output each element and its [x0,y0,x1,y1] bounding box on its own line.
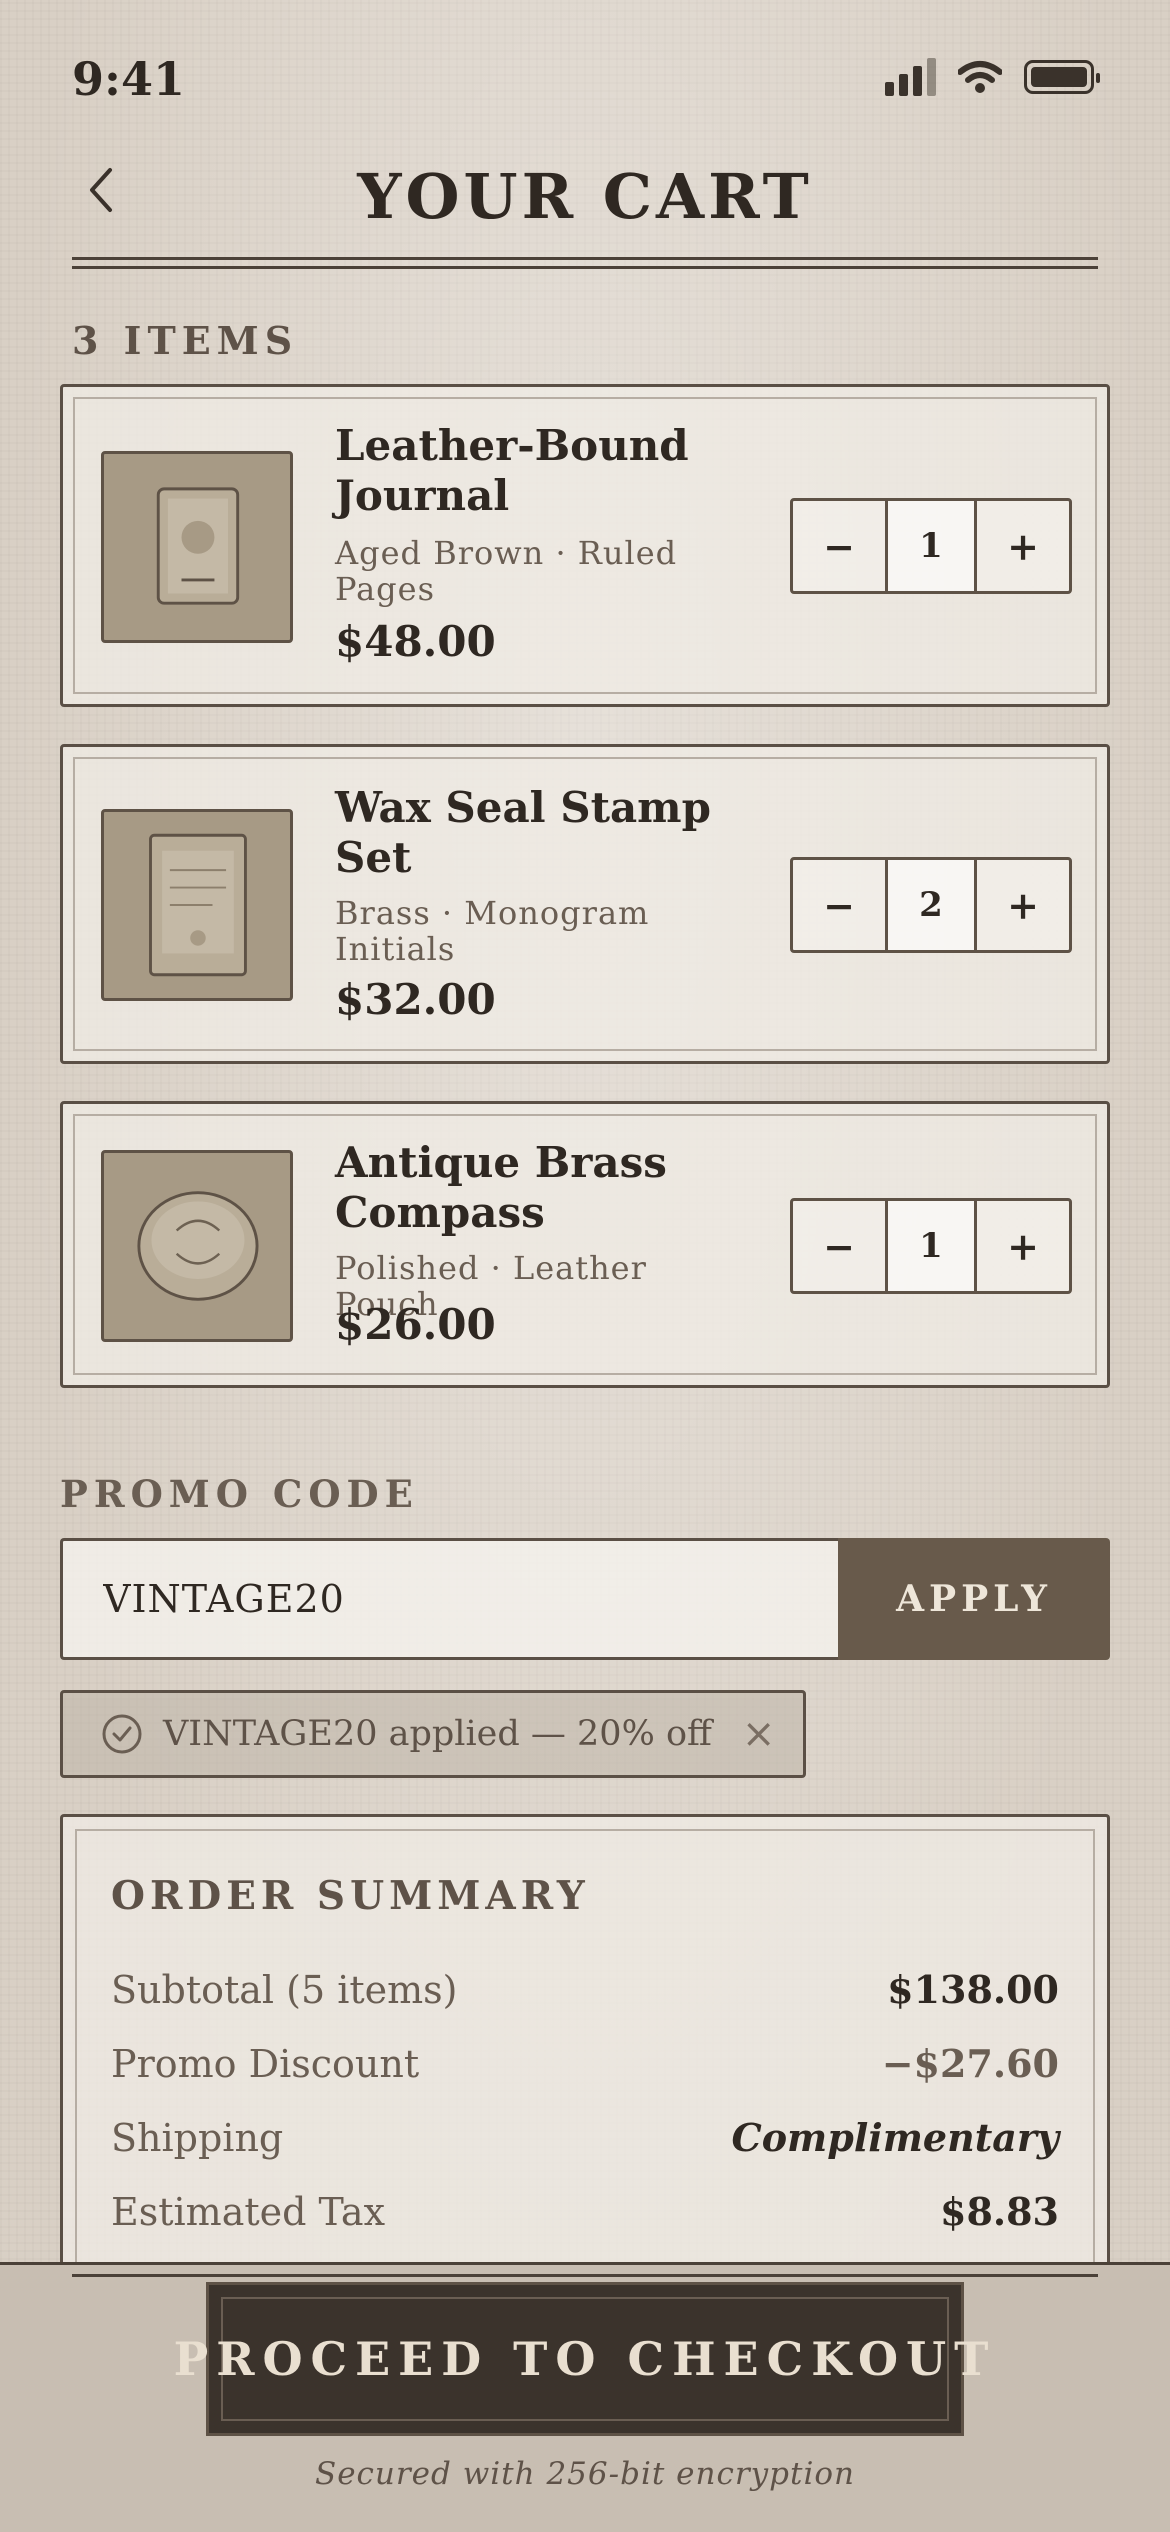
proceed-to-checkout-button[interactable]: PROCEED TO CHECKOUT [174,2282,988,2436]
quantity-value: 2 [885,860,977,950]
page-title: YOUR CART [357,160,813,233]
summary-value: $8.83 [940,2189,1059,2234]
quantity-stepper: − 2 + [790,857,1072,953]
items-count: 3 ITEMS [72,318,299,363]
summary-row-subtotal: Subtotal (5 items) $138.00 [111,1967,1059,2012]
security-note: Secured with 256-bit encryption [314,2456,856,2492]
summary-value: Complimentary [731,2115,1059,2160]
battery-icon [1024,60,1100,94]
checkout-button-label: PROCEED TO CHECKOUT [173,2332,997,2386]
checkout-divider [72,2274,1098,2277]
decrement-button[interactable]: − [793,501,885,591]
cart-item: Leather-Bound Journal Aged Brown · Ruled… [60,384,1110,707]
item-price: $26.00 [335,1300,496,1349]
summary-row-tax: Estimated Tax $8.83 [111,2189,1059,2234]
quantity-value: 1 [885,1201,977,1291]
summary-label: Subtotal (5 items) [111,1968,458,2012]
item-variant: Brass · Monogram Initials [335,894,650,968]
remove-promo-icon[interactable]: × [742,1711,776,1757]
status-icons [885,58,1100,96]
promo-applied-text: VINTAGE20 applied — 20% off [163,1714,712,1754]
summary-row-discount: Promo Discount −$27.60 [111,2041,1059,2086]
decrement-button[interactable]: − [793,1201,885,1291]
order-summary-title: ORDER SUMMARY [111,1873,590,1919]
item-name: Leather-Bound Journal [335,421,689,520]
apply-button[interactable]: APPLY [838,1538,1110,1660]
cart-item: Wax Seal Stamp Set Brass · Monogram Init… [60,744,1110,1064]
promo-code-label: PROMO CODE [60,1472,419,1516]
summary-value: −$27.60 [881,2041,1059,2086]
wifi-icon [958,61,1002,93]
increment-button[interactable]: + [977,1201,1069,1291]
order-summary: ORDER SUMMARY Subtotal (5 items) $138.00… [60,1814,1110,2274]
summary-label: Promo Discount [111,2042,420,2086]
quantity-stepper: − 1 + [790,498,1072,594]
promo-applied-badge: VINTAGE20 applied — 20% off × [60,1690,806,1778]
summary-value: $138.00 [887,1967,1059,2012]
decrement-button[interactable]: − [793,860,885,950]
header-divider [72,257,1098,269]
item-name: Antique Brass Compass [335,1138,667,1237]
journal-icon [101,451,293,643]
summary-label: Estimated Tax [111,2190,385,2234]
compass-icon [101,1150,293,1342]
promo-code-input[interactable] [60,1538,840,1660]
increment-button[interactable]: + [977,501,1069,591]
wax-seal-icon [101,809,293,1001]
summary-row-shipping: Shipping Complimentary [111,2115,1059,2160]
quantity-stepper: − 1 + [790,1198,1072,1294]
item-price: $48.00 [335,617,496,666]
cellular-signal-icon [885,58,936,96]
quantity-value: 1 [885,501,977,591]
summary-label: Shipping [111,2116,284,2160]
increment-button[interactable]: + [977,860,1069,950]
cart-item: Antique Brass Compass Polished · Leather… [60,1101,1110,1388]
item-name: Wax Seal Stamp Set [335,783,711,882]
status-time: 9:41 [72,52,186,106]
check-circle-icon [102,1714,142,1754]
item-variant: Aged Brown · Ruled Pages [335,534,678,608]
item-price: $32.00 [335,975,496,1024]
